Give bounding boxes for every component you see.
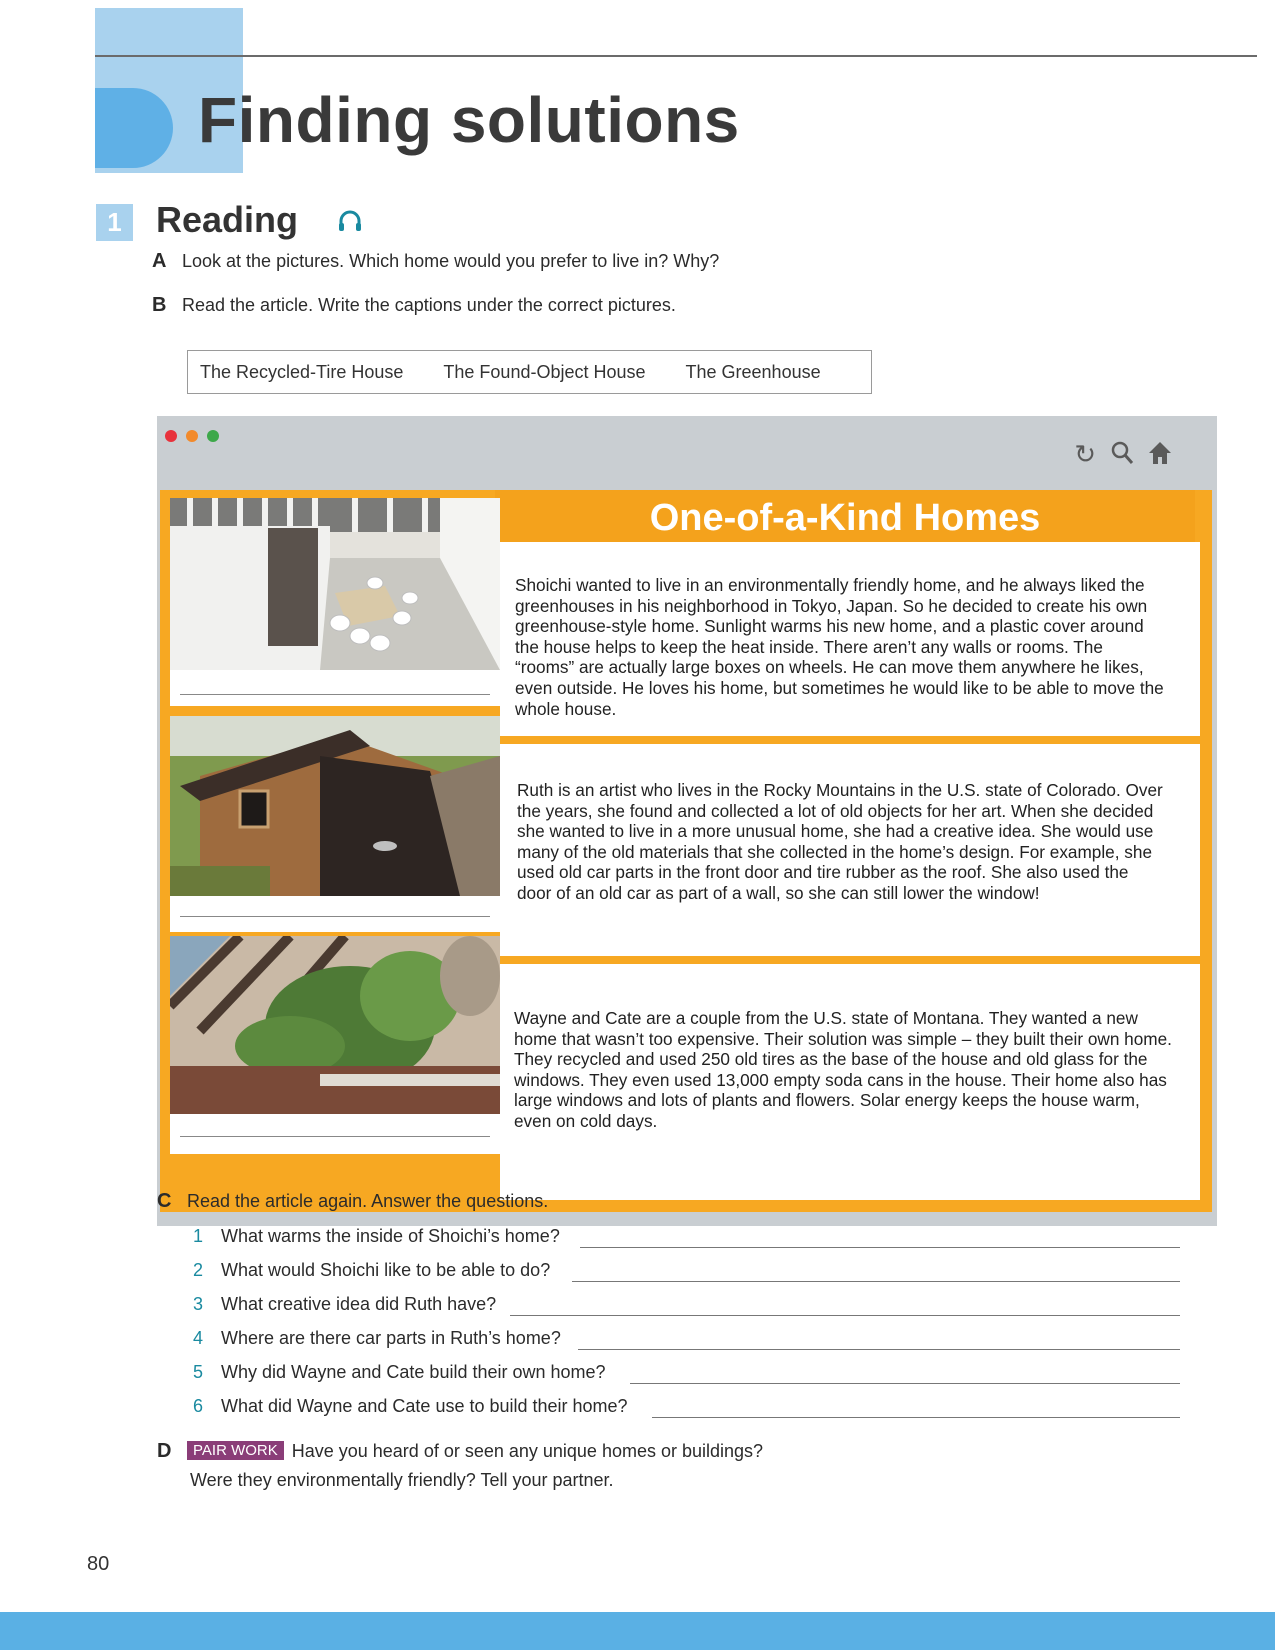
question-number: 5 (193, 1362, 204, 1382)
task-a: A Look at the pictures. Which home would … (152, 250, 719, 273)
question-4: 4 Where are there car parts in Ruth’s hom… (193, 1328, 561, 1349)
question-5: 5 Why did Wayne and Cate build their own … (193, 1362, 606, 1383)
article-body: One-of-a-Kind Homes Shoichi wanted to li… (160, 490, 1212, 1212)
browser-window: ↻ One-of-a-Kind Homes Shoichi wanted to … (157, 416, 1217, 1226)
caption-word-box: The Recycled-Tire House The Found-Object… (187, 350, 872, 394)
caption-answer-line (180, 1136, 490, 1137)
section-title: Finding solutions (198, 84, 740, 156)
answer-line-1[interactable] (580, 1247, 1180, 1248)
caption-option: The Recycled-Tire House (200, 361, 404, 382)
task-d-letter: D (157, 1440, 172, 1462)
answer-line-4[interactable] (578, 1349, 1180, 1350)
task-d: D PAIR WORK Have you heard of or seen any … (157, 1440, 763, 1463)
task-c: C Read the article again. Answer the ques… (157, 1190, 548, 1213)
task-b: B Read the article. Write the captions un… (152, 294, 676, 317)
caption-option: The Greenhouse (685, 361, 821, 382)
caption-answer-area-3[interactable] (170, 1114, 500, 1154)
recycled-tire-house-photo (170, 936, 500, 1114)
task-c-letter: C (157, 1190, 172, 1212)
header-rule (95, 55, 1257, 57)
task-a-text: Look at the pictures. Which home would y… (182, 251, 720, 271)
task-d-line1: Have you heard of or seen any unique hom… (291, 1441, 764, 1461)
article-paragraph: Wayne and Cate are a couple from the U.S… (514, 1008, 1172, 1131)
question-text: Where are there car parts in Ruth’s home… (221, 1328, 561, 1348)
article-title: One-of-a-Kind Homes (495, 490, 1195, 542)
answer-line-5[interactable] (630, 1383, 1180, 1384)
article-panel-1: Shoichi wanted to live in an environment… (500, 542, 1200, 736)
task-b-letter: B (152, 294, 167, 316)
found-object-house-photo (170, 716, 500, 896)
home-icon[interactable] (1148, 440, 1172, 473)
caption-answer-area-2[interactable] (170, 896, 500, 932)
search-icon[interactable] (1110, 440, 1134, 473)
headphones-icon[interactable] (338, 210, 362, 232)
reading-number: 1 (96, 204, 133, 241)
question-number: 1 (193, 1226, 204, 1246)
browser-toolbar: ↻ (1074, 440, 1172, 473)
task-a-letter: A (152, 250, 167, 272)
question-6: 6 What did Wayne and Cate use to build th… (193, 1396, 628, 1417)
question-number: 6 (193, 1396, 204, 1416)
question-1: 1 What warms the inside of Shoichi’s home… (193, 1226, 560, 1247)
pair-work-badge: PAIR WORK (187, 1441, 284, 1460)
maximize-dot (207, 430, 219, 442)
task-c-text: Read the article again. Answer the quest… (187, 1191, 549, 1211)
question-number: 4 (193, 1328, 204, 1348)
question-text: Why did Wayne and Cate build their own h… (221, 1362, 606, 1382)
question-number: 2 (193, 1260, 204, 1280)
caption-answer-area-1[interactable] (170, 670, 500, 706)
question-number: 3 (193, 1294, 204, 1314)
task-d-line2: Were they environmentally friendly? Tell… (190, 1470, 614, 1490)
question-2: 2 What would Shoichi like to be able to d… (193, 1260, 550, 1281)
greenhouse-photo (170, 498, 500, 670)
bottom-color-band (0, 1612, 1275, 1650)
question-text: What creative idea did Ruth have? (221, 1294, 497, 1314)
close-dot (165, 430, 177, 442)
section-letter-d-shape (95, 88, 173, 168)
question-text: What did Wayne and Cate use to build the… (221, 1396, 628, 1416)
answer-line-6[interactable] (652, 1417, 1180, 1418)
task-b-text: Read the article. Write the captions und… (182, 295, 676, 315)
caption-answer-line (180, 694, 490, 695)
article-panel-2: Ruth is an artist who lives in the Rocky… (500, 744, 1200, 956)
article-paragraph: Ruth is an artist who lives in the Rocky… (517, 780, 1163, 903)
answer-line-2[interactable] (572, 1281, 1180, 1282)
question-3: 3 What creative idea did Ruth have? (193, 1294, 496, 1315)
reading-title: Reading (156, 199, 299, 240)
caption-answer-line (180, 916, 490, 917)
caption-option: The Found-Object House (443, 361, 646, 382)
page-number: 80 (87, 1553, 110, 1575)
answer-line-3[interactable] (510, 1315, 1180, 1316)
article-paragraph: Shoichi wanted to live in an environment… (515, 575, 1164, 719)
question-text: What warms the inside of Shoichi’s home? (221, 1226, 560, 1246)
question-text: What would Shoichi like to be able to do… (221, 1260, 551, 1280)
minimize-dot (186, 430, 198, 442)
article-panel-3: Wayne and Cate are a couple from the U.S… (500, 964, 1200, 1200)
refresh-icon[interactable]: ↻ (1074, 440, 1096, 473)
